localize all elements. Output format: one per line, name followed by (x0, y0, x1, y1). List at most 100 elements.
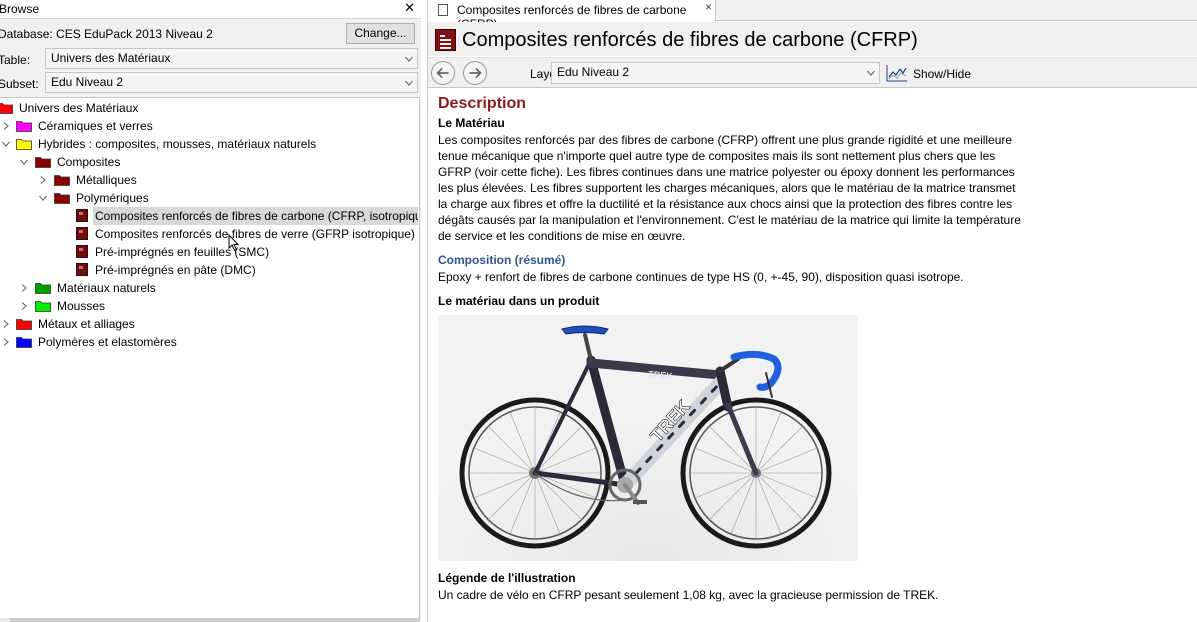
subset-select[interactable]: Edu Niveau 2 (45, 72, 418, 93)
tree-item-label: Matériaux naturels (57, 281, 156, 295)
composition-text: Epoxy + renfort de fibres de carbone con… (438, 270, 964, 284)
record-toolbar: Layout: Edu Niveau 2 Show/Hide (428, 57, 1197, 88)
folder-icon (16, 318, 32, 330)
chart-icon[interactable] (886, 64, 908, 82)
mouse-cursor-icon (228, 234, 240, 252)
folder-icon (0, 102, 13, 114)
material-text-line: les plus élevées. Les fibres supportent … (438, 181, 1016, 195)
illustration-legend-text: Un cadre de vélo en CFRP pesant seulemen… (438, 588, 939, 602)
material-text-line: dégâts causés par la manipulation et l'e… (438, 213, 1021, 227)
tree-item-cfrp[interactable]: Composites renforcés de fibres de carbon… (93, 207, 418, 225)
chevron-down-icon (405, 79, 413, 87)
tree-item-label: Pré-imprégnés en feuilles (SMC) (95, 245, 270, 259)
scrollbar-thumb[interactable] (10, 618, 420, 622)
chevron-down-icon (867, 69, 875, 77)
browse-panel: Browse ✕ Database: CES EduPack 2013 Nive… (0, 0, 421, 622)
close-tab-icon[interactable]: × (705, 0, 712, 14)
tree-item-polymeriques[interactable]: Polymériques (0, 189, 418, 207)
forward-arrow-icon[interactable] (463, 61, 487, 85)
tree-item-label: Composites renforcés de fibres de carbon… (95, 209, 418, 223)
folder-icon (35, 282, 51, 294)
tree-item-label: Polymères et elastomères (38, 335, 177, 349)
folder-icon (35, 300, 51, 312)
tree-item-label: Pré-imprégnés en pâte (DMC) (95, 263, 256, 277)
folder-icon (16, 120, 32, 132)
chevron-right-icon[interactable] (2, 122, 10, 130)
back-arrow-icon[interactable] (431, 61, 455, 85)
tree-item-label: Hybrides : composites, mousses, matériau… (38, 137, 317, 151)
tree-item-smc[interactable]: Pré-imprégnés en feuilles (SMC) (0, 243, 418, 261)
subset-select-value: Edu Niveau 2 (51, 75, 124, 89)
tree-item-dmc[interactable]: Pré-imprégnés en pâte (DMC) (0, 261, 418, 279)
layout-select-value: Edu Niveau 2 (557, 65, 630, 79)
chevron-down-icon[interactable] (20, 158, 28, 166)
tree-item-foams[interactable]: Mousses (0, 297, 418, 315)
browse-title: Browse (0, 2, 40, 16)
illustration-legend-heading: Légende de l'illustration (438, 571, 576, 585)
database-label: Database: CES EduPack 2013 Niveau 2 (0, 27, 213, 41)
horizontal-scrollbar[interactable] (0, 618, 420, 622)
table-select[interactable]: Univers des Matériaux (45, 48, 418, 69)
chevron-right-icon[interactable] (20, 284, 28, 292)
material-record-icon (76, 227, 88, 240)
tree-item-natural[interactable]: Matériaux naturels (0, 279, 418, 297)
tab-record[interactable]: Composites renforcés de fibres de carbon… (428, 0, 716, 31)
folder-icon (16, 138, 32, 150)
tree-item-ceramics[interactable]: Céramiques et verres (0, 117, 418, 135)
layout-select[interactable]: Edu Niveau 2 (551, 62, 880, 84)
record-content: Description Le Matériau Les composites r… (428, 89, 1197, 622)
close-icon[interactable]: ✕ (404, 0, 415, 16)
material-heading: Le Matériau (438, 116, 505, 130)
tree-item-gfrp[interactable]: Composites renforcés de fibres de verre … (0, 225, 418, 243)
tree-item-composites[interactable]: Composites (0, 153, 418, 171)
tree-item-metals[interactable]: Métaux et alliages (0, 315, 418, 333)
material-record-icon (76, 263, 88, 276)
tree-item-label: Mousses (57, 299, 106, 313)
bicycle-image: TREK TREK (438, 315, 858, 561)
folder-icon (35, 156, 51, 168)
record-panel: Composites renforcés de fibres de carbon… (427, 0, 1197, 622)
chevron-right-icon[interactable] (2, 338, 10, 346)
tab-strip: Composites renforcés de fibres de carbon… (428, 0, 1197, 31)
table-select-value: Univers des Matériaux (51, 51, 171, 65)
material-text-line: GFRP (voir cette fiche). Les fibres cont… (438, 165, 1015, 179)
material-text-line: la charge aux fibres et offre la ductili… (438, 197, 1013, 211)
record-title: Composites renforcés de fibres de carbon… (462, 29, 918, 51)
chevron-down-icon (405, 55, 413, 63)
folder-icon (54, 192, 70, 204)
table-label: Table: (0, 53, 31, 67)
change-database-button[interactable]: Change... (346, 23, 415, 44)
tree-item-polymers[interactable]: Polymères et elastomères (0, 333, 418, 351)
description-heading: Description (438, 95, 527, 112)
subset-label: Subset: (0, 77, 39, 91)
material-text-line: tenue mécanique que n'importe quel autre… (438, 149, 996, 163)
chevron-right-icon[interactable] (39, 176, 47, 184)
tree-item-label: Univers des Matériaux (19, 101, 139, 115)
document-icon (438, 4, 448, 16)
material-record-icon (435, 29, 456, 51)
tree-item-metalliques[interactable]: Métalliques (0, 171, 418, 189)
chevron-down-icon[interactable] (39, 194, 47, 202)
chevron-right-icon[interactable] (2, 320, 10, 328)
tree-item-label: Métaux et alliages (38, 317, 135, 331)
tree-item-label: Composites renforcés de fibres de verre … (95, 227, 415, 241)
material-text-line: Les composites renforcés par des fibres … (438, 133, 1013, 147)
tree-item-label: Polymériques (76, 191, 149, 205)
material-tree: Univers des Matériaux Céramiques et verr… (0, 97, 420, 622)
product-heading: Le matériau dans un produit (438, 294, 600, 308)
folder-icon (54, 174, 70, 186)
material-record-icon (76, 245, 88, 258)
composition-heading: Composition (résumé) (438, 253, 566, 267)
material-record-icon (76, 209, 88, 222)
tree-item-hybrids[interactable]: Hybrides : composites, mousses, matériau… (0, 135, 418, 153)
tree-item-label: Céramiques et verres (38, 119, 153, 133)
folder-icon (16, 336, 32, 348)
chevron-right-icon[interactable] (20, 302, 28, 310)
tree-item-label: Composites (57, 155, 121, 169)
show-hide-button[interactable]: Show/Hide (913, 67, 971, 81)
tree-item-root[interactable]: Univers des Matériaux (0, 99, 418, 117)
chevron-down-icon[interactable] (2, 140, 10, 148)
tree-item-label: Métalliques (76, 173, 137, 187)
record-header: Composites renforcés de fibres de carbon… (428, 22, 1197, 56)
browse-header: Browse ✕ (0, 0, 421, 19)
